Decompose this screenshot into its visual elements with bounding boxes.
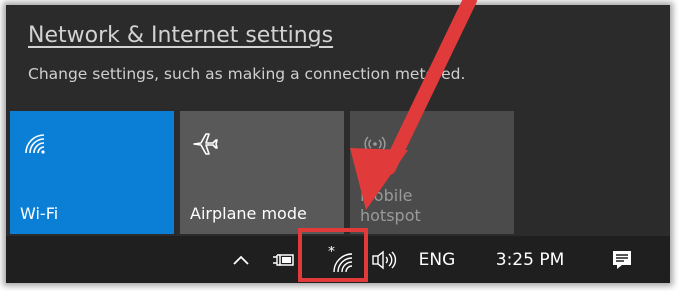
wifi-tile-label: Wi-Fi: [20, 204, 59, 223]
action-center-button[interactable]: [600, 236, 644, 283]
mobile-hotspot-tile[interactable]: Mobile hotspot: [350, 111, 514, 234]
input-language-indicator[interactable]: ENG: [410, 236, 464, 283]
volume-button[interactable]: [366, 236, 402, 283]
wifi-tile[interactable]: Wi-Fi: [10, 111, 174, 234]
power-status-button[interactable]: [266, 236, 300, 283]
mobile-hotspot-icon: [364, 136, 386, 152]
airplane-mode-tile[interactable]: Airplane mode: [180, 111, 344, 234]
airplane-mode-tile-label: Airplane mode: [190, 204, 307, 223]
flyout-header: Network & Internet settings Change setti…: [6, 5, 670, 109]
wifi-icon: [25, 134, 45, 154]
quick-action-tiles: Wi-Fi Airplane mode Mobile hotspot: [6, 109, 670, 236]
chevron-up-icon: [233, 255, 249, 265]
network-icon-highlight: [298, 228, 368, 282]
volume-icon: [372, 250, 397, 269]
power-plug-icon: [273, 253, 294, 266]
action-center-icon: [613, 250, 631, 269]
mobile-hotspot-tile-label: Mobile hotspot: [360, 186, 421, 225]
network-settings-description: Change settings, such as making a connec…: [28, 65, 466, 83]
show-hidden-icons-button[interactable]: [226, 236, 256, 283]
network-settings-link[interactable]: Network & Internet settings: [28, 23, 333, 48]
airplane-icon: [193, 133, 218, 155]
clock[interactable]: 3:25 PM: [480, 236, 580, 283]
